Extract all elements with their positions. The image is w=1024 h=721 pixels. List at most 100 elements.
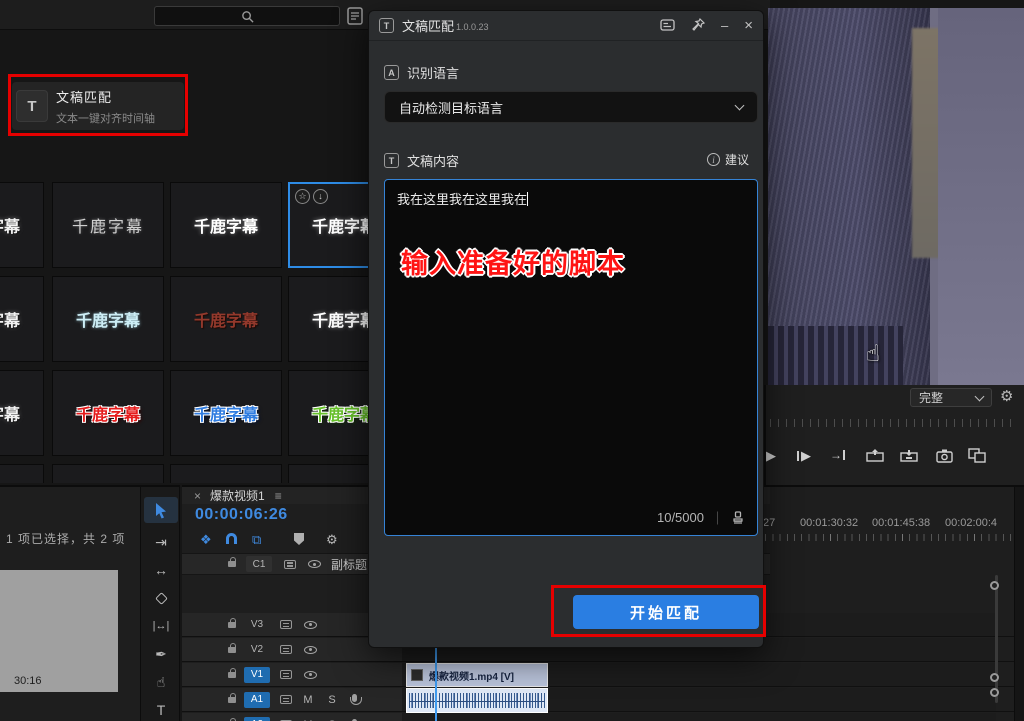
lock-icon[interactable] xyxy=(228,561,236,567)
lock-icon[interactable] xyxy=(228,697,236,703)
template-card[interactable]: 千鹿字幕 xyxy=(0,370,44,456)
favorite-star-icon[interactable]: ☆ xyxy=(295,189,310,204)
source-patch-icon[interactable] xyxy=(284,560,296,569)
dialog-title: 文稿匹配 xyxy=(402,16,454,35)
slip-tool[interactable]: |↔| xyxy=(141,613,181,639)
track-target-active[interactable]: A2 xyxy=(244,717,270,721)
scrollbar-handle[interactable] xyxy=(990,688,999,697)
timeline-ruler[interactable]: :27 00:01:30:32 00:01:45:38 00:02:00:4 xyxy=(758,517,1016,543)
monitor-scrubber[interactable] xyxy=(770,419,1016,427)
template-card[interactable] xyxy=(170,464,282,483)
chevron-down-icon xyxy=(735,101,745,111)
timeline-scrollbar[interactable] xyxy=(995,575,998,703)
ripple-edit-tool[interactable]: ↔ xyxy=(141,557,181,583)
template-card[interactable]: 千鹿字幕 xyxy=(52,276,164,362)
panel-menu-icon[interactable]: ≡ xyxy=(275,489,282,503)
caption-track-id[interactable]: C1 xyxy=(246,556,272,572)
step-forward-button[interactable]: ▶ xyxy=(797,449,811,462)
selection-tool[interactable] xyxy=(144,497,178,523)
video-clip[interactable]: 爆款视频1.mp4 [V] xyxy=(407,664,547,686)
card-icon[interactable] xyxy=(660,19,675,33)
template-card[interactable]: 千鹿字幕 xyxy=(52,370,164,456)
track-target[interactable]: V2 xyxy=(244,642,270,658)
template-card[interactable]: 千鹿字幕 xyxy=(52,182,164,268)
lock-icon[interactable] xyxy=(228,647,236,653)
export-frame-camera-icon[interactable] xyxy=(936,448,953,463)
razor-tool[interactable] xyxy=(141,585,181,611)
eye-toggle-icon[interactable] xyxy=(304,646,317,654)
clip-thumbnail[interactable]: 30:16 xyxy=(0,570,118,692)
zoom-level-select[interactable]: 完整 xyxy=(910,388,992,407)
snap-magnet-icon[interactable] xyxy=(226,533,237,546)
search-input[interactable] xyxy=(154,6,340,26)
solo-button[interactable]: S xyxy=(326,694,338,706)
mic-record-icon[interactable] xyxy=(352,694,357,702)
wrench-icon[interactable]: ⚙ xyxy=(1000,387,1013,405)
source-patch-icon[interactable] xyxy=(280,620,292,629)
track-select-forward-tool[interactable]: ⇥ xyxy=(141,529,181,555)
close-button[interactable]: × xyxy=(744,18,753,33)
marker-icon[interactable] xyxy=(294,533,304,547)
audio-clip[interactable] xyxy=(407,689,547,712)
playhead-line[interactable] xyxy=(435,643,437,721)
mute-button[interactable]: M xyxy=(302,694,314,706)
template-card[interactable]: 千鹿字幕 xyxy=(0,276,44,362)
text-match-icon: T xyxy=(379,18,394,33)
template-card[interactable] xyxy=(0,464,44,483)
source-patch-icon[interactable] xyxy=(280,670,292,679)
annotation-box-button xyxy=(551,585,766,637)
language-dropdown-value: 自动检测目标语言 xyxy=(399,98,503,117)
char-counter: 10/5000 ｜ xyxy=(657,508,745,527)
play-button[interactable]: ▶ xyxy=(766,449,776,462)
template-card[interactable] xyxy=(52,464,164,483)
tab-close-icon[interactable]: × xyxy=(194,489,201,503)
video-clip-label: 爆款视频1.mp4 [V] xyxy=(429,668,514,683)
form-icon[interactable] xyxy=(346,6,364,26)
razor-icon xyxy=(155,592,168,605)
premiere-app-window: T 文稿匹配 文本一键对齐时间轴 千鹿字幕 千鹿字幕 千鹿字幕 ☆ ↓ 千鹿字幕… xyxy=(0,0,1024,721)
nest-sequence-icon[interactable]: ❖ xyxy=(200,533,212,546)
chevron-down-icon xyxy=(975,391,985,401)
annotation-text: 输入准备好的脚本 xyxy=(401,242,625,281)
track-lane[interactable] xyxy=(402,713,996,721)
eye-toggle-icon[interactable] xyxy=(304,621,317,629)
extract-icon[interactable] xyxy=(900,448,918,463)
lock-icon[interactable] xyxy=(228,672,236,678)
template-card[interactable]: 千鹿字幕 xyxy=(170,276,282,362)
hand-tool[interactable]: ☝ xyxy=(141,669,181,695)
source-patch-icon[interactable] xyxy=(280,695,292,704)
scrollbar-handle[interactable] xyxy=(990,581,999,590)
linked-selection-icon[interactable]: ⧉ xyxy=(252,533,261,546)
script-textarea[interactable]: 我在这里我在这里我在 输入准备好的脚本 10/5000 ｜ xyxy=(384,179,758,536)
eye-toggle-icon[interactable] xyxy=(308,560,321,568)
content-label: 文稿内容 xyxy=(407,151,459,170)
scrollbar-handle[interactable] xyxy=(990,673,999,682)
lock-icon[interactable] xyxy=(228,622,236,628)
comparison-view-icon[interactable] xyxy=(968,448,986,463)
play-to-out-button[interactable]: → xyxy=(830,449,845,461)
template-card[interactable]: 千鹿字幕 xyxy=(170,182,282,268)
lift-icon[interactable] xyxy=(866,448,884,463)
timeline-settings-wrench-icon[interactable]: ⚙ xyxy=(326,533,338,546)
eye-toggle-icon[interactable] xyxy=(304,671,317,679)
track-target-active[interactable]: A1 xyxy=(244,692,270,708)
suggestion-link[interactable]: i 建议 xyxy=(707,151,749,168)
minimize-button[interactable]: – xyxy=(721,19,728,32)
panel-edge xyxy=(1014,487,1024,721)
track-target[interactable]: V3 xyxy=(244,617,270,633)
template-card[interactable]: 千鹿字幕 xyxy=(0,182,44,268)
download-icon[interactable]: ↓ xyxy=(313,189,328,204)
playhead-timecode[interactable]: 00:00:06:26 xyxy=(195,506,288,524)
source-patch-icon[interactable] xyxy=(280,645,292,654)
track-target-active[interactable]: V1 xyxy=(244,667,270,683)
script-match-dialog: T 文稿匹配 1.0.0.23 – × A 识别语言 自动检测目标语言 T 文稿… xyxy=(368,10,764,648)
clear-broom-icon[interactable] xyxy=(731,511,745,525)
dialog-titlebar[interactable]: T 文稿匹配 1.0.0.23 – × xyxy=(369,11,763,41)
language-detect-icon: A xyxy=(384,65,399,80)
project-panel: 1 项已选择，共 2 项 30:16 xyxy=(0,485,140,721)
pen-tool[interactable]: ✒ xyxy=(141,641,181,667)
template-card[interactable]: 千鹿字幕 xyxy=(170,370,282,456)
language-dropdown[interactable]: 自动检测目标语言 xyxy=(384,91,758,123)
pin-icon[interactable] xyxy=(691,18,705,34)
type-tool[interactable]: T xyxy=(141,697,181,721)
